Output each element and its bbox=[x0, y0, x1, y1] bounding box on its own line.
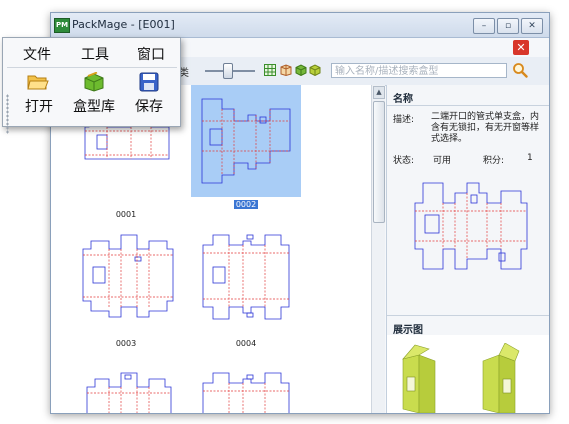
dieline-thumbnail bbox=[202, 372, 290, 413]
menu-tools[interactable]: 工具 bbox=[81, 44, 109, 64]
divider bbox=[387, 315, 549, 316]
save-disk-icon bbox=[139, 72, 159, 92]
preview-section-title: 展示图 bbox=[393, 325, 423, 336]
dieline-thumbnail bbox=[202, 234, 290, 320]
yellow-box-icon[interactable] bbox=[309, 64, 321, 76]
detail-panel: 名称 描述: 二端开口的管式单支盒，内含有无锁扣，有无开窗等样式选择。 状态: … bbox=[386, 85, 549, 413]
box-library-button[interactable]: 盒型库 bbox=[65, 72, 123, 120]
box-library-label: 盒型库 bbox=[73, 99, 115, 115]
status-value: 可用 bbox=[433, 156, 452, 166]
window-title: PackMage - [E001] bbox=[72, 18, 175, 31]
status-label: 状态: bbox=[393, 156, 415, 166]
list-item[interactable]: 0003 bbox=[69, 225, 183, 351]
scroll-up-arrow-icon[interactable]: ▲ bbox=[373, 86, 385, 99]
score-label: 积分: bbox=[483, 156, 505, 166]
list-scrollbar[interactable]: ▲ bbox=[371, 85, 385, 413]
item-code: 0001 bbox=[115, 210, 137, 219]
dieline-thumbnail bbox=[82, 234, 174, 318]
menu-file[interactable]: 文件 bbox=[23, 44, 51, 64]
open-button[interactable]: 打开 bbox=[17, 72, 61, 120]
dieline-thumbnail bbox=[201, 98, 291, 184]
search-input[interactable]: 输入名称/描述搜索盒型 bbox=[331, 63, 507, 78]
list-item[interactable] bbox=[189, 363, 303, 413]
score-value: 1 bbox=[527, 153, 533, 163]
divider bbox=[387, 105, 549, 106]
search-icon[interactable] bbox=[512, 62, 528, 78]
minimize-button[interactable]: – bbox=[473, 18, 495, 34]
3d-box-image-icon bbox=[482, 343, 520, 413]
title-bar: PM PackMage - [E001] – ▫ ✕ bbox=[51, 13, 549, 38]
restore-button[interactable]: ▫ bbox=[497, 18, 519, 34]
save-label: 保存 bbox=[135, 99, 163, 115]
item-code: 0004 bbox=[235, 339, 257, 348]
grid-view-icon[interactable] bbox=[264, 64, 276, 76]
list-item[interactable]: 0004 bbox=[189, 225, 303, 351]
open-label: 打开 bbox=[25, 99, 53, 115]
box-template-list: 0001 0002 0003 0004 bbox=[51, 85, 371, 413]
box-library-icon bbox=[84, 72, 104, 92]
menu-popup: 文件 工具 窗口 打开 盒型库 保存 bbox=[2, 37, 181, 134]
zoom-slider-thumb[interactable] bbox=[223, 63, 233, 79]
green-box-icon[interactable] bbox=[295, 64, 307, 76]
name-section-title: 名称 bbox=[393, 94, 413, 105]
app-logo-icon: PM bbox=[54, 18, 70, 33]
scroll-thumb[interactable] bbox=[373, 101, 385, 223]
menu-divider bbox=[7, 67, 177, 68]
box-outline-icon[interactable] bbox=[280, 64, 292, 76]
desc-text: 二端开口的管式单支盒，内含有无锁扣，有无开窗等样式选择。 bbox=[431, 112, 540, 144]
list-item-selected[interactable]: 0002 bbox=[191, 85, 305, 219]
desc-label: 描述: bbox=[393, 115, 415, 125]
close-document-button[interactable]: ✕ bbox=[513, 40, 529, 55]
item-code: 0003 bbox=[115, 339, 137, 348]
grip-handle[interactable] bbox=[6, 94, 9, 134]
save-button[interactable]: 保存 bbox=[127, 72, 171, 120]
list-item[interactable] bbox=[69, 363, 183, 413]
item-code: 0002 bbox=[233, 200, 259, 209]
3d-box-image-icon bbox=[402, 344, 436, 413]
menu-window[interactable]: 窗口 bbox=[137, 44, 165, 64]
open-folder-icon bbox=[27, 75, 49, 90]
window-close-button[interactable]: ✕ bbox=[521, 18, 543, 34]
dieline-thumbnail bbox=[86, 372, 172, 413]
dieline-preview bbox=[414, 182, 528, 270]
